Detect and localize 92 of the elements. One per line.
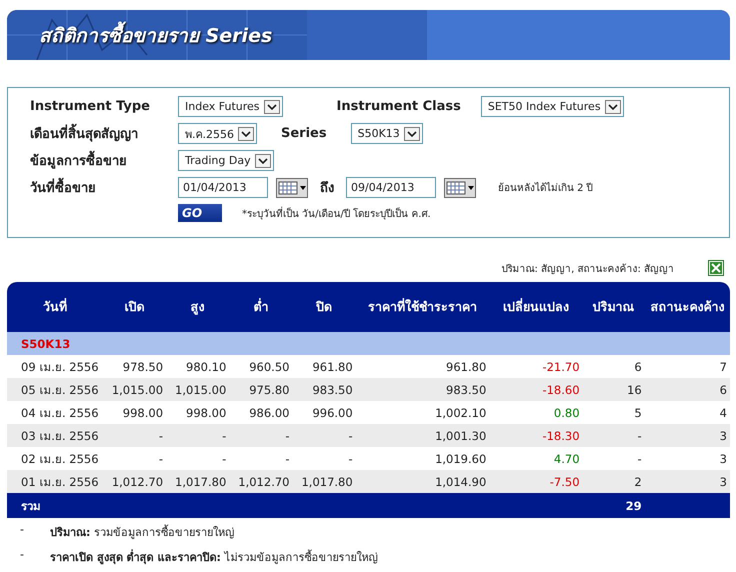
table-cell: 986.00: [229, 401, 292, 424]
go-button[interactable]: GO: [178, 204, 222, 222]
date-to-field[interactable]: 09/04/2013: [346, 177, 436, 198]
table-cell: 01 เม.ย. 2556: [7, 470, 103, 493]
field-label: ข้อมูลการซื้อขาย: [30, 150, 178, 171]
series-group-label: S50K13: [21, 336, 70, 350]
table-cell: 961.80: [292, 355, 356, 378]
series-dropdown[interactable]: S50K13: [350, 123, 423, 144]
table-cell: 3: [644, 447, 730, 470]
table-cell: -21.70: [489, 355, 583, 378]
table-cell: -: [292, 424, 356, 447]
table-cell: -7.50: [489, 470, 583, 493]
table-cell: -: [166, 447, 230, 470]
table-cell: 5: [582, 401, 645, 424]
table-cell: 3: [644, 470, 730, 493]
field-label: เดือนที่สิ้นสุดสัญญา: [30, 123, 178, 144]
excel-export-icon[interactable]: [708, 260, 724, 276]
table-cell: 4: [644, 401, 730, 424]
field-label: Series: [281, 126, 327, 141]
table-cell: 1,015.00: [166, 378, 230, 401]
table-cell: -18.60: [489, 378, 583, 401]
footnote: ปริมาณ: รวมข้อมูลการซื้อขายรายใหญ่: [50, 524, 235, 541]
instrument-class-dropdown[interactable]: SET50 Index Futures: [480, 96, 624, 117]
field-label: Instrument Class: [336, 99, 461, 114]
table-cell: 980.10: [166, 355, 230, 378]
calendar-icon[interactable]: [444, 178, 476, 198]
page-title: สถิติการซื้อขายราย Series: [39, 20, 272, 50]
table-cell: 7: [644, 355, 730, 378]
total-label: รวม: [7, 493, 103, 518]
column-header: ต่ำ: [229, 282, 292, 332]
table-cell: 3: [644, 424, 730, 447]
table-cell: 998.00: [166, 401, 230, 424]
table-cell: 1,012.70: [102, 470, 166, 493]
table-cell: 1,012.70: [229, 470, 292, 493]
table-cell: 998.00: [102, 401, 166, 424]
table-cell: -: [229, 447, 292, 470]
table-cell: 2: [582, 470, 645, 493]
field-label: วันที่ซื้อขาย: [30, 177, 178, 198]
table-cell: -: [166, 424, 230, 447]
table-cell: 1,014.90: [356, 470, 490, 493]
table-cell: 02 เม.ย. 2556: [7, 447, 103, 470]
table-cell: 1,017.80: [166, 470, 230, 493]
table-cell: -: [582, 447, 645, 470]
table-cell: 0.80: [489, 401, 583, 424]
table-cell: 1,017.80: [292, 470, 356, 493]
table-cell: 1,015.00: [102, 378, 166, 401]
table-cell: 978.50: [102, 355, 166, 378]
bullet: -: [20, 523, 25, 538]
table-cell: 1,002.10: [356, 401, 490, 424]
table-cell: 1,001.30: [356, 424, 490, 447]
table-cell: 1,019.60: [356, 447, 490, 470]
field-label: ถึง: [320, 180, 334, 198]
footnote: ราคาเปิด สูงสุด ต่ำสุด และราคาปิด: ไม่รวมข้อมูลการซื้อขายรายใหญ่: [50, 548, 378, 566]
table-cell: 05 เม.ย. 2556: [7, 378, 103, 401]
table-cell: -: [229, 424, 292, 447]
table-cell: 09 เม.ย. 2556: [7, 355, 103, 378]
date-format-note: *ระบุวันที่เป็น วัน/เดือน/ปี โดยระบุปีเป็น ค.ศ.: [242, 206, 431, 220]
field-label: Instrument Type: [30, 99, 151, 114]
table-cell: 960.50: [229, 355, 292, 378]
column-header: วันที่: [7, 282, 103, 332]
table-cell: 6: [582, 355, 645, 378]
table-cell: -: [102, 424, 166, 447]
total-volume: 29: [582, 493, 645, 518]
column-header: ปริมาณ: [582, 282, 645, 332]
bullet: -: [20, 548, 25, 563]
column-header: เปลี่ยนแปลง: [489, 282, 583, 332]
table-cell: 983.50: [356, 378, 490, 401]
table-cell: 996.00: [292, 401, 356, 424]
table-cell: 16: [582, 378, 645, 401]
table-cell: 03 เม.ย. 2556: [7, 424, 103, 447]
column-header: สถานะคงค้าง: [644, 282, 730, 332]
table-cell: 983.50: [292, 378, 356, 401]
table-cell: 975.80: [229, 378, 292, 401]
table-cell: 4.70: [489, 447, 583, 470]
column-header: สูง: [166, 282, 230, 332]
units-note: ปริมาณ: สัญญา, สถานะคงค้าง: สัญญา: [502, 262, 674, 276]
date-range-hint: ย้อนหลังได้ไม่เกิน 2 ปี: [498, 181, 593, 195]
table-cell: 6: [644, 378, 730, 401]
expiry-month-dropdown[interactable]: พ.ค.2556: [178, 123, 257, 144]
table-cell: -: [582, 424, 645, 447]
calendar-icon[interactable]: [276, 178, 308, 198]
date-from-field[interactable]: 01/04/2013: [178, 177, 268, 198]
table-cell: -18.30: [489, 424, 583, 447]
table-cell: -: [292, 447, 356, 470]
table-cell: 04 เม.ย. 2556: [7, 401, 103, 424]
column-header: ปิด: [292, 282, 356, 332]
table-cell: 961.80: [356, 355, 490, 378]
trading-data-dropdown[interactable]: Trading Day: [178, 150, 274, 171]
table-cell: -: [102, 447, 166, 470]
column-header: ราคาที่ใช้ชำระราคา: [356, 282, 490, 332]
instrument-type-dropdown[interactable]: Index Futures: [178, 96, 283, 117]
column-header: เปิด: [102, 282, 166, 332]
